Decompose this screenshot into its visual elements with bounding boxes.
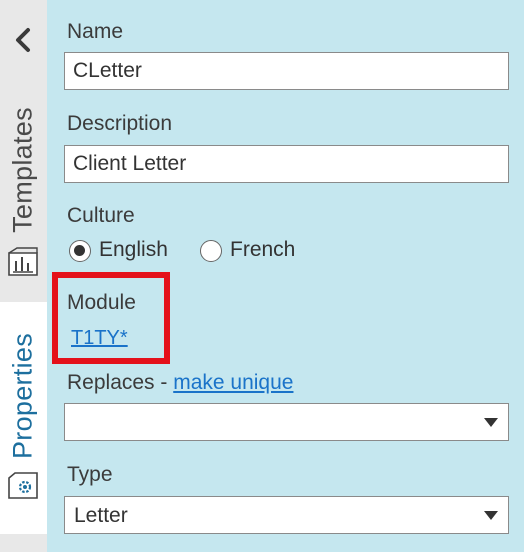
chevron-down-icon [484,418,498,427]
chevron-down-icon [484,511,498,520]
type-label: Type [67,463,113,486]
name-label: Name [67,20,124,43]
replaces-label: Replaces - make unique [67,371,293,395]
tab-templates[interactable]: Templates [0,92,47,302]
culture-radio-english[interactable] [69,240,91,262]
module-link[interactable]: T1TY* [71,327,128,350]
chart-icon [8,247,38,276]
make-unique-link[interactable]: make unique [173,371,293,394]
tab-properties-label: Properties [7,332,38,460]
properties-panel: Name Description Culture English French … [47,0,524,552]
culture-label: Culture [67,204,135,227]
type-select-value: Letter [74,504,128,527]
type-select[interactable]: Letter [64,496,509,534]
module-label: Module [67,291,136,314]
description-label: Description [67,112,173,135]
tab-templates-label: Templates [7,107,38,233]
replaces-label-text: Replaces - [67,371,174,394]
replaces-select[interactable] [64,403,509,441]
radio-selected-dot [74,245,85,256]
module-highlight-box [52,272,170,364]
culture-radio-french[interactable] [200,240,222,262]
description-input[interactable] [64,145,509,183]
sidebar: Templates Properties [0,0,47,552]
gear-icon [8,472,38,499]
culture-french-label[interactable]: French [230,238,295,262]
culture-english-label[interactable]: English [99,238,168,262]
chevron-left-icon [16,28,30,52]
name-input[interactable] [64,52,509,90]
collapse-sidebar-button[interactable] [8,22,38,56]
tab-properties[interactable]: Properties [0,302,47,534]
